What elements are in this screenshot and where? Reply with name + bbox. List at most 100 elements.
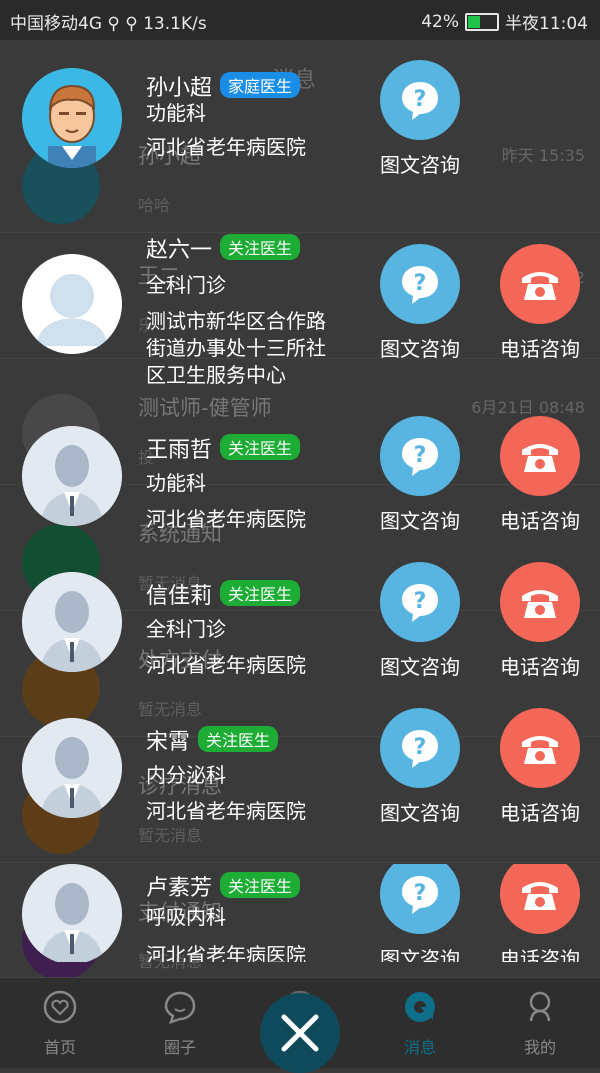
doctor-name-row: 信佳莉 关注医生 bbox=[146, 578, 301, 610]
text-consult-label: 图文咨询 bbox=[380, 947, 460, 962]
telephone-icon bbox=[500, 416, 580, 496]
tab-home[interactable]: 首页 bbox=[20, 990, 100, 1058]
doctor-hospital: 河北省老年病医院 bbox=[146, 507, 306, 531]
user-icon bbox=[529, 991, 551, 1022]
doctor-hospital: 河北省老年病医院 bbox=[146, 799, 306, 823]
doctor-avatar bbox=[22, 572, 122, 672]
phone-consult-button[interactable]: 电话咨询 bbox=[500, 562, 580, 680]
cartoon-doctor-icon bbox=[22, 68, 122, 168]
battery-icon bbox=[465, 12, 499, 31]
doctor-department: 功能科 bbox=[146, 101, 206, 125]
tab-mine[interactable]: 我的 bbox=[500, 990, 580, 1058]
tab-messages[interactable]: 消息 bbox=[380, 990, 460, 1058]
default-avatar-icon bbox=[22, 254, 122, 354]
doctor-name: 孙小超 bbox=[146, 76, 213, 101]
tab-circle-label: 圈子 bbox=[163, 1038, 196, 1057]
text-consult-button[interactable]: ? 图文咨询 bbox=[380, 864, 460, 962]
doctor-item[interactable]: 赵六一 关注医生 全科门诊 测试市新华区合作路 街道办事处十三所社 区卫生服务中心… bbox=[0, 226, 600, 387]
follow-doctor-badge: 关注医生 bbox=[220, 234, 301, 260]
tab-home-label: 首页 bbox=[43, 1038, 76, 1057]
doctor-silhouette-icon bbox=[22, 864, 122, 962]
phone-consult-label: 电话咨询 bbox=[500, 509, 580, 533]
svg-text:?: ? bbox=[414, 735, 427, 760]
message-time: 6月21日 08:48 bbox=[471, 398, 585, 417]
svg-text:?: ? bbox=[414, 271, 427, 296]
phone-consult-label: 电话咨询 bbox=[500, 801, 580, 825]
doctor-name: 卢素芳 bbox=[146, 876, 213, 901]
question-bubble-icon: ? bbox=[380, 244, 460, 324]
doctor-department: 呼吸内科 bbox=[146, 905, 226, 929]
heart-icon bbox=[43, 990, 77, 1024]
svg-text:?: ? bbox=[414, 443, 427, 468]
doctor-item[interactable]: 信佳莉 关注医生 全科门诊 河北省老年病医院 ? 图文咨询 电话咨询 bbox=[0, 562, 600, 712]
message-name: 测试师-健管师 bbox=[138, 396, 272, 420]
text-consult-label: 图文咨询 bbox=[380, 801, 460, 825]
doctor-avatar bbox=[22, 426, 122, 526]
doctor-name: 赵六一 bbox=[146, 238, 213, 263]
svg-text:?: ? bbox=[414, 881, 427, 906]
telephone-icon bbox=[500, 864, 580, 934]
doctor-item[interactable]: 宋霄 关注医生 内分泌科 河北省老年病医院 ? 图文咨询 电话咨询 bbox=[0, 708, 600, 858]
telephone-icon bbox=[500, 244, 580, 324]
status-bar: 中国移动4G ⚲ ⚲ 13.1K/s 42% 半夜11:04 bbox=[0, 0, 600, 40]
doctor-name: 宋霄 bbox=[146, 730, 191, 755]
doctor-item[interactable]: 孙小超 家庭医生 功能科 河北省老年病医院 ? 图文咨询 bbox=[0, 58, 600, 198]
clock: 半夜11:04 bbox=[505, 14, 588, 34]
phone-consult-button[interactable]: 电话咨询 bbox=[500, 864, 580, 962]
text-consult-button[interactable]: ? 图文咨询 bbox=[380, 708, 460, 826]
doctor-silhouette-icon bbox=[22, 718, 122, 818]
doctor-name-row: 卢素芳 关注医生 bbox=[146, 870, 301, 902]
follow-doctor-badge: 关注医生 bbox=[220, 872, 301, 898]
doctor-name-row: 赵六一 关注医生 bbox=[146, 232, 301, 264]
doctor-name-row: 孙小超 家庭医生 bbox=[146, 70, 301, 102]
doctor-item[interactable]: 王雨哲 关注医生 功能科 河北省老年病医院 ? 图文咨询 电话咨询 bbox=[0, 416, 600, 566]
family-doctor-badge: 家庭医生 bbox=[220, 72, 301, 98]
text-consult-button[interactable]: ? 图文咨询 bbox=[380, 244, 460, 362]
follow-doctor-badge: 关注医生 bbox=[220, 434, 301, 460]
doctor-silhouette-icon bbox=[22, 426, 122, 526]
close-button[interactable] bbox=[260, 993, 340, 1073]
tab-mine-label: 我的 bbox=[523, 1038, 556, 1057]
doctor-department: 功能科 bbox=[146, 471, 206, 495]
phone-consult-label: 电话咨询 bbox=[500, 655, 580, 679]
battery-percent: 42% bbox=[421, 11, 459, 32]
doctor-silhouette-icon bbox=[22, 572, 122, 672]
doctor-avatar bbox=[22, 68, 122, 168]
follow-doctor-badge: 关注医生 bbox=[198, 726, 279, 752]
phone-consult-button[interactable]: 电话咨询 bbox=[500, 708, 580, 826]
text-consult-label: 图文咨询 bbox=[380, 153, 460, 177]
text-consult-button[interactable]: ? 图文咨询 bbox=[380, 416, 460, 534]
question-bubble-icon: ? bbox=[380, 416, 460, 496]
doctor-hospital: 河北省老年病医院 bbox=[146, 135, 306, 159]
close-icon bbox=[281, 1014, 319, 1052]
question-bubble-icon: ? bbox=[380, 864, 460, 934]
doctor-department: 内分泌科 bbox=[146, 763, 226, 787]
message-icon bbox=[405, 992, 435, 1022]
doctor-hospital-line2: 街道办事处十三所社 bbox=[146, 336, 326, 360]
doctor-name: 信佳莉 bbox=[146, 584, 213, 609]
doctor-hospital-line3: 区卫生服务中心 bbox=[146, 363, 286, 387]
status-right: 42% 半夜11:04 bbox=[421, 9, 588, 35]
chat-bubble-icon bbox=[164, 991, 196, 1024]
phone-consult-button[interactable]: 电话咨询 bbox=[500, 416, 580, 534]
text-consult-label: 图文咨询 bbox=[380, 655, 460, 679]
svg-text:?: ? bbox=[414, 589, 427, 614]
text-consult-label: 图文咨询 bbox=[380, 509, 460, 533]
doctor-name-row: 宋霄 关注医生 bbox=[146, 724, 279, 756]
telephone-icon bbox=[500, 562, 580, 642]
question-bubble-icon: ? bbox=[380, 60, 460, 140]
text-consult-button[interactable]: ? 图文咨询 bbox=[380, 562, 460, 680]
question-bubble-icon: ? bbox=[380, 708, 460, 788]
doctor-hospital: 河北省老年病医院 bbox=[146, 653, 306, 677]
tab-circle[interactable]: 圈子 bbox=[140, 990, 220, 1058]
doctor-item[interactable]: 卢素芳 关注医生 呼吸内科 河北省老年病医院 ? 图文咨询 电话咨询 bbox=[0, 864, 600, 962]
status-left: 中国移动4G ⚲ ⚲ 13.1K/s bbox=[10, 14, 207, 34]
doctor-avatar bbox=[22, 718, 122, 818]
phone-consult-label: 电话咨询 bbox=[500, 947, 580, 962]
phone-consult-button[interactable]: 电话咨询 bbox=[500, 244, 580, 362]
doctor-department: 全科门诊 bbox=[146, 273, 226, 297]
doctor-name-row: 王雨哲 关注医生 bbox=[146, 432, 301, 464]
text-consult-button[interactable]: ? 图文咨询 bbox=[380, 60, 460, 178]
doctor-hospital: 河北省老年病医院 bbox=[146, 943, 306, 962]
phone-consult-label: 电话咨询 bbox=[500, 337, 580, 361]
